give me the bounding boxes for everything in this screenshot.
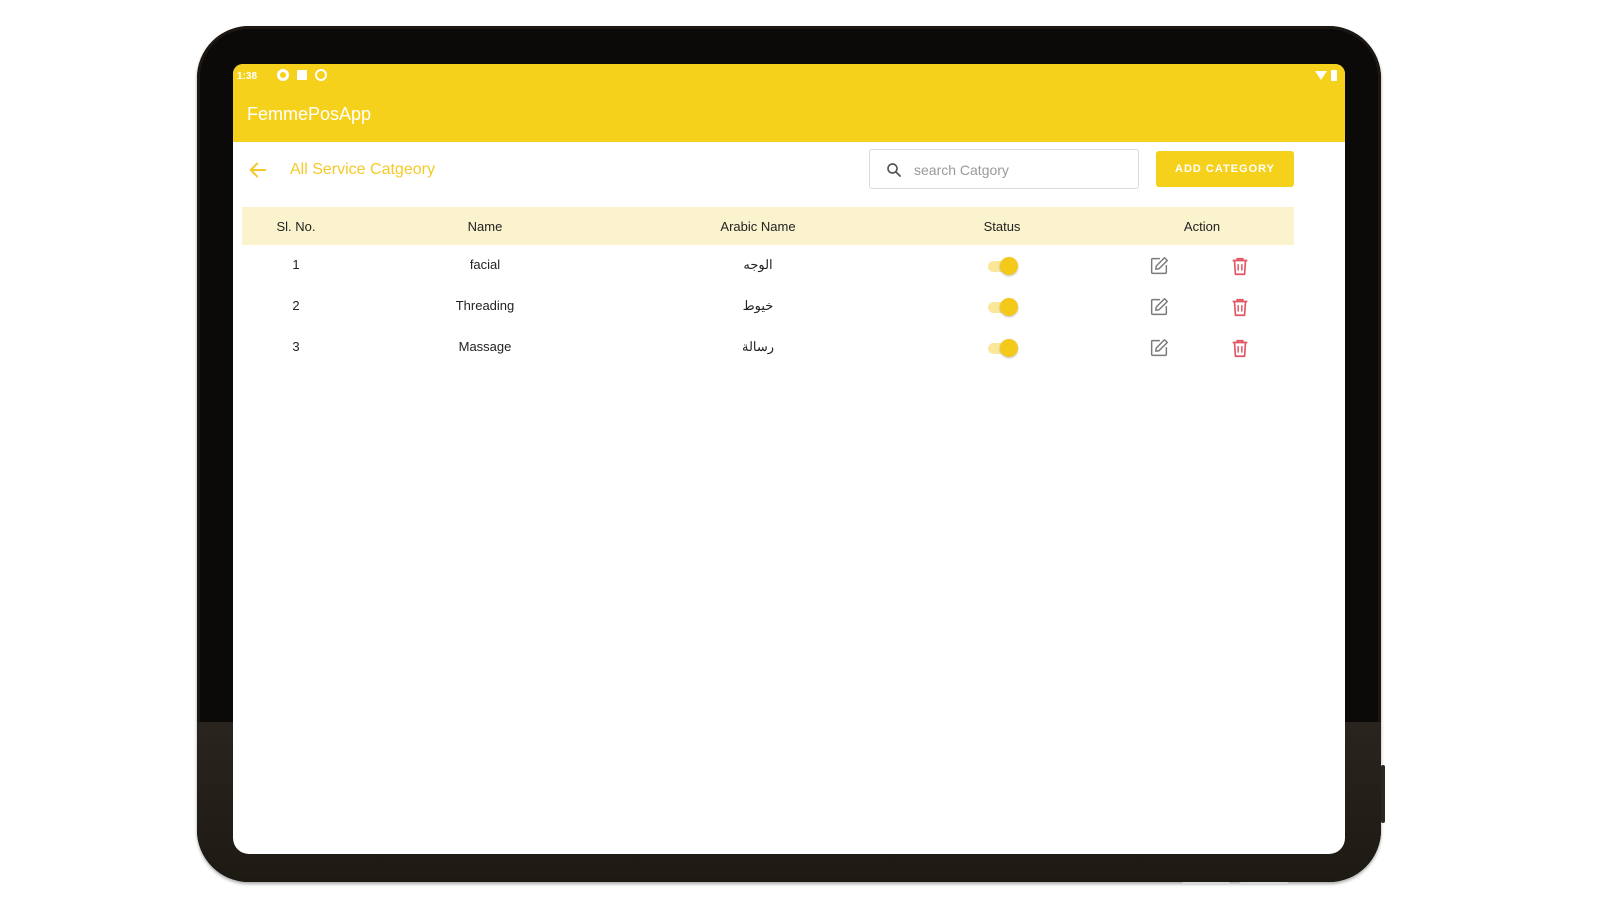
table-row: 2 Threading خيوط xyxy=(242,286,1294,327)
notification-icon xyxy=(297,70,307,80)
cell-sl-no: 2 xyxy=(292,298,300,313)
app-title: FemmePosApp xyxy=(247,104,372,124)
app-screen: 1:38 FemmePosApp All Service Catgeory AD… xyxy=(233,64,1345,854)
cell-name: Threading xyxy=(455,298,515,313)
notification-icon xyxy=(277,69,289,81)
status-bar: 1:38 xyxy=(233,64,1345,88)
search-input[interactable] xyxy=(914,156,1124,184)
page-title: All Service Catgeory xyxy=(290,161,435,178)
tablet-foot xyxy=(1240,882,1288,885)
status-toggle[interactable] xyxy=(986,298,1018,316)
column-header-arabic-name: Arabic Name xyxy=(720,219,796,234)
status-notification-icons xyxy=(277,69,327,81)
status-toggle[interactable] xyxy=(986,339,1018,357)
status-toggle[interactable] xyxy=(986,257,1018,275)
cell-name: Massage xyxy=(458,339,512,354)
tablet-side-button xyxy=(1381,765,1385,823)
cell-arabic-name: الوجه xyxy=(743,257,773,272)
notification-icon xyxy=(315,69,327,81)
search-icon xyxy=(887,163,901,177)
status-system-icons xyxy=(1315,70,1337,81)
back-arrow-icon[interactable] xyxy=(247,159,269,181)
delete-icon[interactable] xyxy=(1229,255,1251,277)
cell-sl-no: 1 xyxy=(292,257,300,272)
column-header-status: Status xyxy=(983,219,1021,234)
table-row: 3 Massage رسالة xyxy=(242,327,1294,368)
column-header-name: Name xyxy=(467,219,503,234)
edit-icon[interactable] xyxy=(1148,296,1170,318)
edit-icon[interactable] xyxy=(1148,337,1170,359)
cell-arabic-name: خيوط xyxy=(742,298,774,313)
column-header-action: Action xyxy=(1183,219,1221,234)
delete-icon[interactable] xyxy=(1229,337,1251,359)
table-header: Sl. No. Name Arabic Name Status Action xyxy=(242,207,1294,245)
status-time: 1:38 xyxy=(237,71,258,82)
cell-name: facial xyxy=(469,257,501,272)
add-category-button[interactable]: ADD CATEGORY xyxy=(1156,151,1294,187)
battery-icon xyxy=(1331,70,1337,81)
cell-arabic-name: رسالة xyxy=(741,339,775,354)
wifi-icon xyxy=(1315,71,1327,80)
app-bar: 1:38 FemmePosApp xyxy=(233,64,1345,142)
search-box[interactable] xyxy=(869,149,1139,189)
edit-icon[interactable] xyxy=(1148,255,1170,277)
column-header-sl-no: Sl. No. xyxy=(276,219,316,234)
category-table: Sl. No. Name Arabic Name Status Action 1… xyxy=(242,207,1294,368)
cell-sl-no: 3 xyxy=(292,339,300,354)
delete-icon[interactable] xyxy=(1229,296,1251,318)
table-row: 1 facial الوجه xyxy=(242,245,1294,286)
tablet-foot xyxy=(1182,882,1230,885)
